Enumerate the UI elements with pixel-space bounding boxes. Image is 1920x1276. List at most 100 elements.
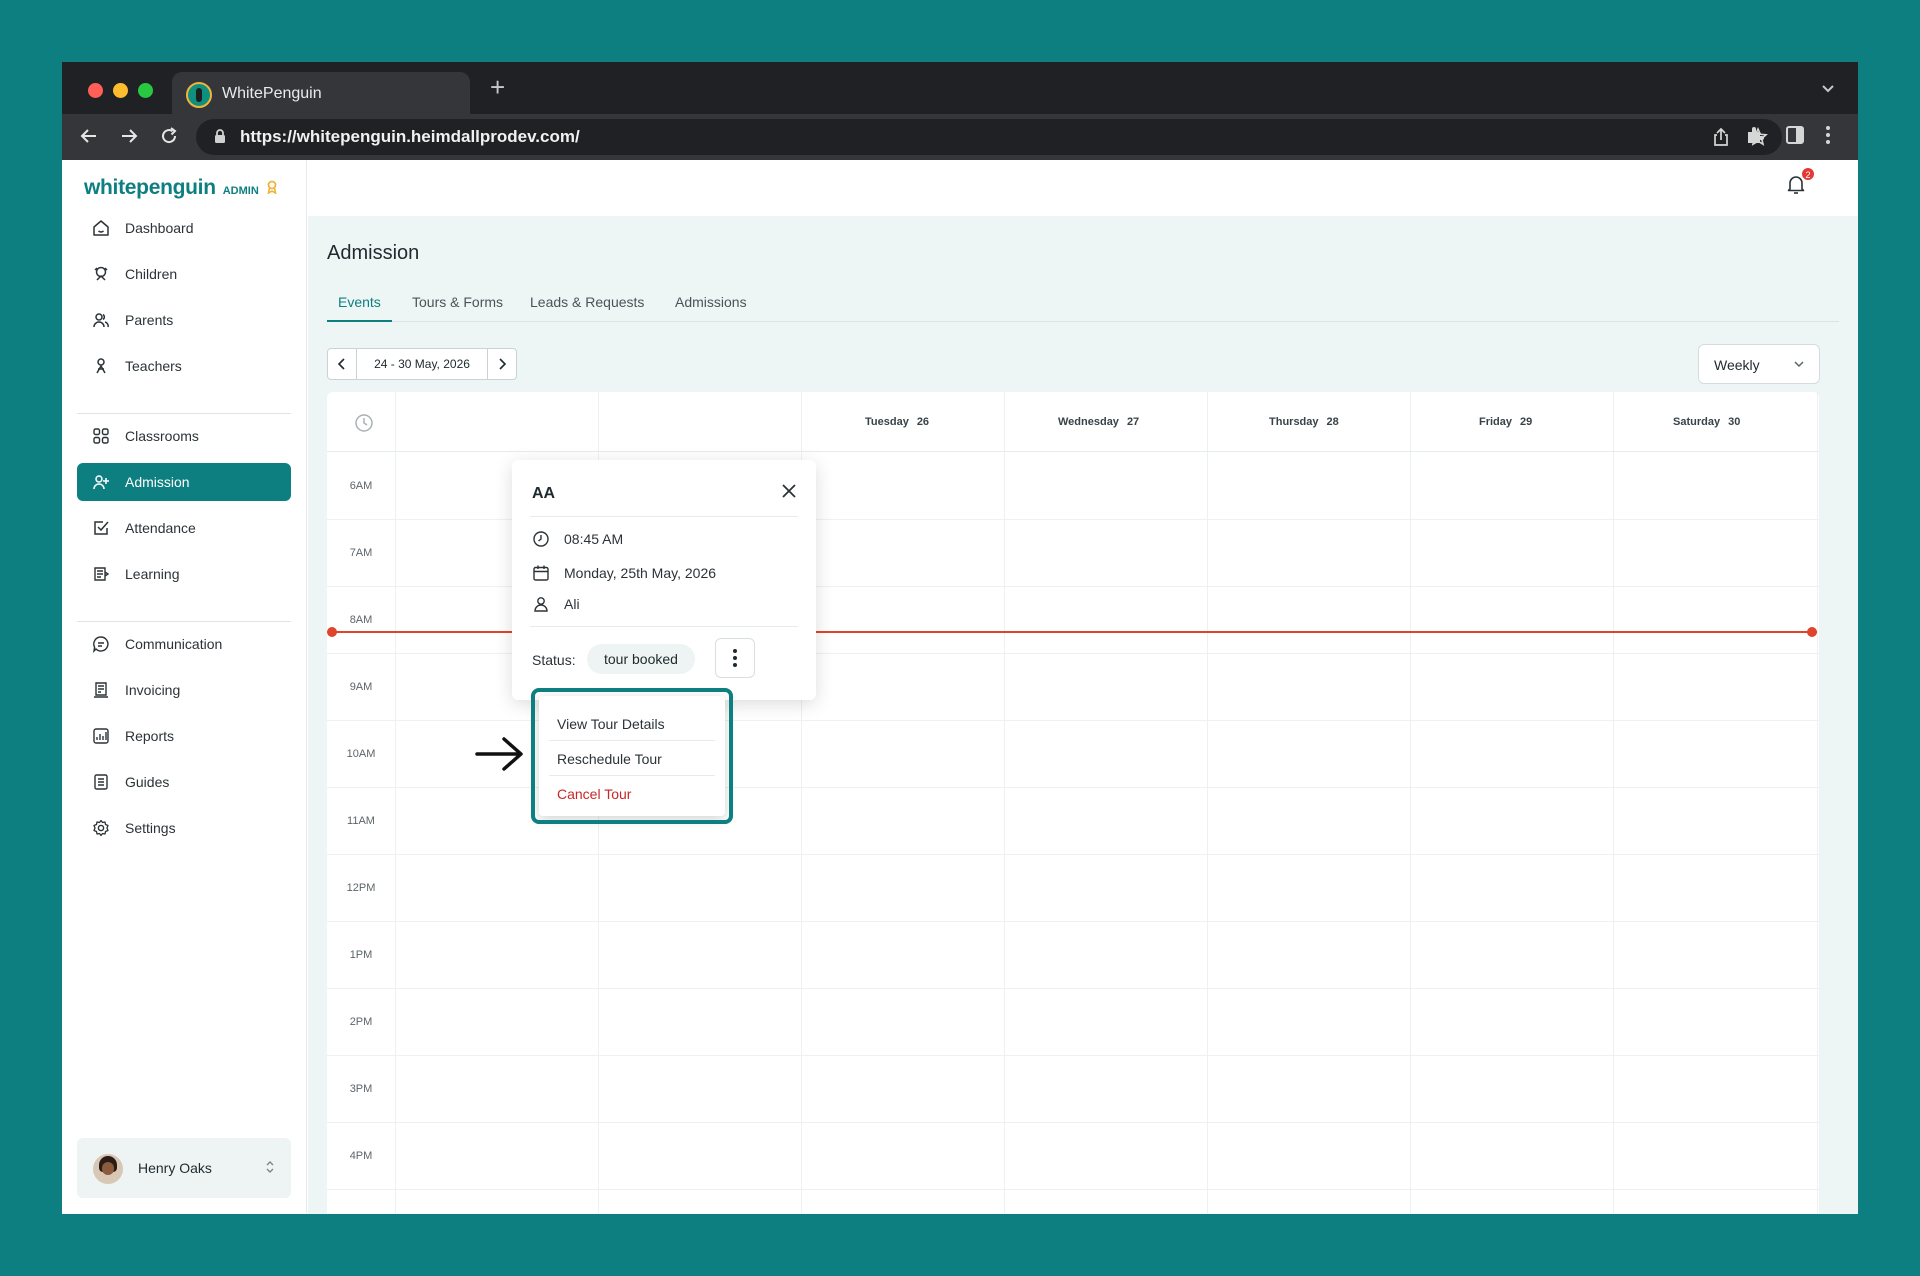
event-date-row: Monday, 25th May, 2026 — [532, 564, 716, 582]
forward-arrow-icon[interactable] — [118, 125, 140, 147]
sidebar-item-label: Teachers — [125, 358, 182, 374]
grid-icon — [91, 426, 111, 446]
day-header-wednesday[interactable]: Wednesday 27 — [1058, 416, 1139, 428]
day-header-tuesday[interactable]: Tuesday 26 — [865, 416, 929, 428]
tab-leads-requests[interactable]: Leads & Requests — [530, 294, 644, 310]
day-number: 28 — [1326, 416, 1339, 428]
sidebar-item-label: Guides — [125, 774, 170, 790]
menu-highlight-frame — [531, 688, 733, 824]
hour-label: 4PM — [349, 1150, 373, 1162]
event-time: 08:45 AM — [564, 531, 624, 547]
status-label: Status: — [532, 652, 576, 668]
calendar-gridline — [1613, 392, 1614, 1214]
sidebar-item-guides[interactable]: Guides — [77, 763, 291, 801]
popover-divider — [530, 626, 798, 627]
browser-tab[interactable]: WhitePenguin — [172, 72, 470, 118]
event-date: Monday, 25th May, 2026 — [564, 565, 717, 581]
sidebar-item-classrooms[interactable]: Classrooms — [77, 417, 291, 455]
day-number: 26 — [916, 416, 930, 428]
home-icon — [91, 218, 111, 238]
sidebar-item-admission[interactable]: Admission — [77, 463, 291, 501]
sidebar-item-reports[interactable]: Reports — [77, 717, 291, 755]
sidebar-item-teachers[interactable]: Teachers — [77, 347, 291, 385]
brand-role: ADMIN — [222, 185, 259, 197]
calendar-icon — [533, 565, 549, 581]
current-time-dot — [327, 627, 337, 637]
sidebar-item-communication[interactable]: Communication — [77, 625, 291, 663]
tab-bar: Events Tours & Forms Leads & Requests Ad… — [327, 284, 1839, 322]
zoom-window-button[interactable] — [138, 83, 153, 98]
clock-icon — [533, 531, 549, 547]
tab-events[interactable]: Events — [338, 294, 381, 310]
reload-icon[interactable] — [158, 125, 180, 147]
day-header-saturday[interactable]: Saturday 30 — [1673, 416, 1740, 428]
url-text: https://whitepenguin.heimdallprodev.com/ — [240, 127, 580, 146]
chevron-down-icon[interactable] — [1820, 80, 1836, 96]
close-icon[interactable] — [780, 482, 798, 500]
day-number: 29 — [1520, 416, 1533, 428]
top-bar: 2 — [308, 160, 1858, 216]
sidebar-item-label: Communication — [125, 636, 223, 652]
page-title: Admission — [327, 242, 420, 264]
chart-icon — [91, 726, 111, 746]
sidebar-item-dashboard[interactable]: Dashboard — [77, 209, 291, 247]
day-header-friday[interactable]: Friday 29 — [1479, 416, 1532, 428]
side-panel-icon[interactable] — [1784, 124, 1806, 146]
chevron-right-icon — [499, 358, 507, 370]
new-tab-button[interactable]: + — [490, 72, 505, 103]
day-number: 30 — [1728, 416, 1741, 428]
calendar-gridline — [327, 1055, 1819, 1056]
sidebar-item-label: Classrooms — [125, 428, 199, 444]
check-icon — [91, 518, 111, 538]
user-name: Henry Oaks — [138, 1160, 212, 1176]
sidebar-item-attendance[interactable]: Attendance — [77, 509, 291, 547]
chevron-up-down-icon — [266, 1161, 274, 1173]
calendar-gridline — [395, 392, 396, 1214]
day-header-thursday[interactable]: Thursday 28 — [1269, 416, 1339, 428]
chat-icon — [91, 634, 111, 654]
share-icon[interactable] — [1712, 127, 1730, 147]
more-options-button[interactable] — [715, 638, 755, 678]
tab-admissions[interactable]: Admissions — [675, 294, 747, 310]
guide-icon — [91, 772, 111, 792]
next-week-button[interactable] — [487, 348, 517, 380]
sidebar-item-children[interactable]: Children — [77, 255, 291, 293]
minimize-window-button[interactable] — [113, 83, 128, 98]
active-tab-underline — [327, 320, 392, 322]
notification-badge: 2 — [1801, 167, 1815, 181]
sidebar-item-label: Children — [125, 266, 178, 282]
sidebar-item-settings[interactable]: Settings — [77, 809, 291, 847]
event-popover: AA 08:45 AM Monday, 25th May, 2026 Ali S… — [512, 460, 816, 700]
sidebar-item-learning[interactable]: Learning — [77, 555, 291, 593]
calendar-header: Tuesday 26 Wednesday 27 Thursday 28 Friday 2… — [327, 392, 1819, 452]
extensions-icon[interactable] — [1744, 124, 1766, 146]
calendar-gridline — [327, 1189, 1819, 1190]
brand[interactable]: whitepenguin ADMIN — [84, 176, 279, 200]
browser-menu-icon[interactable] — [1824, 124, 1832, 146]
prev-week-button[interactable] — [327, 348, 357, 380]
chevron-down-icon — [1794, 361, 1804, 368]
invoice-icon — [91, 680, 111, 700]
sidebar-item-parents[interactable]: Parents — [77, 301, 291, 339]
date-range-label[interactable]: 24 - 30 May, 2026 — [357, 348, 487, 380]
sidebar-item-invoicing[interactable]: Invoicing — [77, 671, 291, 709]
view-select-value: Weekly — [1714, 357, 1760, 373]
sidebar-item-label: Attendance — [125, 520, 196, 536]
day-name: Wednesday — [1058, 416, 1119, 428]
address-bar[interactable]: https://whitepenguin.heimdallprodev.com/ — [196, 119, 1782, 155]
back-arrow-icon[interactable] — [78, 125, 100, 147]
close-window-button[interactable] — [88, 83, 103, 98]
view-select[interactable]: Weekly — [1698, 344, 1820, 384]
gear-icon — [91, 818, 111, 838]
tab-tours-forms[interactable]: Tours & Forms — [412, 294, 503, 310]
hour-label: 9AM — [349, 681, 373, 693]
user-menu[interactable]: Henry Oaks — [77, 1138, 291, 1198]
hour-label: 1PM — [349, 949, 373, 961]
pointer-arrow-icon — [475, 737, 523, 771]
hour-label: 10AM — [346, 748, 376, 760]
sidebar-item-label: Invoicing — [125, 682, 181, 698]
book-icon — [91, 564, 111, 584]
sidebar-item-label: Learning — [125, 566, 180, 582]
sidebar-item-label: Reports — [125, 728, 175, 744]
admin-badge-icon — [267, 180, 277, 194]
